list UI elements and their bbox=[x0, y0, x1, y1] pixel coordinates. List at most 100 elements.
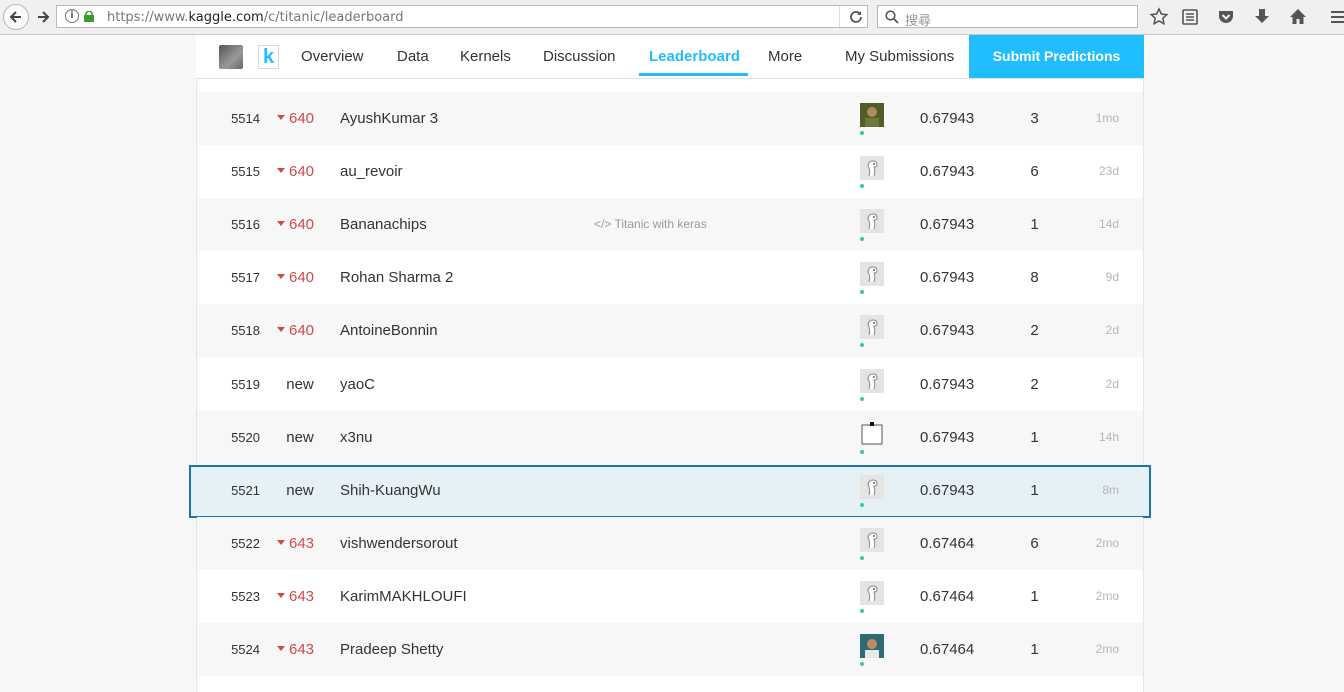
tab-overview[interactable]: Overview bbox=[301, 48, 364, 65]
bookmark-star-icon[interactable] bbox=[1149, 7, 1169, 27]
leaderboard-row[interactable]: 5519 new yaoC 0.67943 2 2d bbox=[197, 358, 1143, 411]
entries-count: 6 bbox=[1030, 535, 1039, 552]
rank-change-value: 643 bbox=[289, 641, 315, 658]
team-name[interactable]: KarimMAKHLOUFI bbox=[340, 570, 467, 623]
team-name[interactable]: AntoineBonnin bbox=[340, 304, 438, 357]
leaderboard-row[interactable]: 5522 643 vishwendersorout 0.67464 6 2mo bbox=[197, 517, 1143, 570]
team-avatar[interactable] bbox=[860, 581, 884, 605]
rank: 5516 bbox=[231, 217, 260, 232]
rank-change-value: 640 bbox=[289, 322, 315, 339]
last-submission: 9d bbox=[1105, 270, 1119, 284]
team-avatar[interactable] bbox=[860, 369, 884, 393]
leaderboard-row[interactable]: 5520 new x3nu 0.67943 1 14h bbox=[197, 411, 1143, 464]
team-name[interactable]: AyushKumar 3 bbox=[340, 92, 438, 145]
team-name[interactable]: x3nu bbox=[340, 411, 373, 464]
team-name[interactable]: yaoC bbox=[340, 358, 375, 411]
team-name[interactable]: Rohan Sharma 2 bbox=[340, 251, 453, 304]
entries-count: 1 bbox=[1030, 216, 1039, 233]
reload-icon[interactable] bbox=[847, 8, 865, 26]
score: 0.67943 bbox=[920, 429, 975, 446]
search-bar[interactable]: 搜尋 bbox=[877, 5, 1138, 29]
leaderboard-row[interactable]: 5517 640 Rohan Sharma 2 0.67943 8 9d bbox=[197, 251, 1143, 304]
team-avatar[interactable] bbox=[860, 103, 884, 127]
leaderboard-row-current-user[interactable]: 5521 new Shih-KuangWu 0.67943 1 8m bbox=[197, 464, 1143, 517]
kernel-title: Titanic with keras bbox=[614, 217, 707, 231]
back-arrow-icon bbox=[9, 11, 21, 23]
score: 0.67464 bbox=[920, 535, 975, 552]
team-avatar[interactable] bbox=[860, 475, 884, 499]
leaderboard-row[interactable]: 5524 643 Pradeep Shetty 0.67464 1 2mo bbox=[197, 623, 1143, 676]
team-name[interactable]: vishwendersorout bbox=[340, 517, 458, 570]
entries-count: 2 bbox=[1030, 376, 1039, 393]
last-submission: 2d bbox=[1105, 323, 1119, 337]
tier-dot bbox=[860, 237, 864, 241]
team-name[interactable]: Pradeep Shetty bbox=[340, 623, 443, 676]
down-triangle-icon bbox=[277, 167, 285, 173]
rank: 5518 bbox=[231, 323, 260, 338]
menu-icon[interactable] bbox=[1328, 7, 1344, 27]
tier-dot bbox=[860, 450, 864, 454]
rank-change: 643 bbox=[277, 517, 319, 570]
team-avatar[interactable] bbox=[860, 634, 884, 658]
reading-list-icon[interactable] bbox=[1180, 7, 1200, 27]
tab-leaderboard[interactable]: Leaderboard bbox=[649, 48, 740, 65]
leaderboard-row[interactable]: 5523 643 KarimMAKHLOUFI 0.67464 1 2mo bbox=[197, 570, 1143, 623]
tab-kernels[interactable]: Kernels bbox=[460, 48, 511, 65]
submit-predictions-button[interactable]: Submit Predictions bbox=[969, 35, 1144, 78]
team-avatar[interactable] bbox=[860, 422, 884, 446]
pocket-icon[interactable] bbox=[1216, 7, 1236, 27]
forward-button[interactable] bbox=[30, 4, 56, 30]
competition-thumbnail[interactable] bbox=[219, 45, 243, 69]
last-submission: 2mo bbox=[1095, 642, 1119, 656]
url-divider bbox=[839, 6, 840, 27]
leaderboard-row[interactable]: 5514 640 AyushKumar 3 0.67943 3 1mo bbox=[197, 92, 1143, 145]
rank-change-value: 640 bbox=[289, 110, 315, 127]
tier-dot bbox=[860, 131, 864, 135]
search-icon bbox=[885, 10, 899, 24]
entries-count: 1 bbox=[1030, 482, 1039, 499]
info-icon[interactable]: i bbox=[65, 9, 79, 23]
down-triangle-icon bbox=[277, 592, 285, 598]
kernel-link[interactable]: </> Titanic with keras bbox=[594, 198, 707, 251]
tier-dot bbox=[860, 397, 864, 401]
team-name[interactable]: au_revoir bbox=[340, 145, 403, 198]
rank-change: new bbox=[286, 376, 314, 393]
team-avatar[interactable] bbox=[860, 528, 884, 552]
rank-change-value: 643 bbox=[289, 588, 315, 605]
team-avatar[interactable] bbox=[860, 156, 884, 180]
score: 0.67943 bbox=[920, 110, 975, 127]
rank: 5522 bbox=[231, 536, 260, 551]
score: 0.67943 bbox=[920, 376, 975, 393]
last-submission: 23d bbox=[1098, 164, 1119, 178]
team-avatar[interactable] bbox=[860, 209, 884, 233]
search-placeholder: 搜尋 bbox=[905, 14, 932, 29]
tier-dot bbox=[860, 343, 864, 347]
tab-discussion[interactable]: Discussion bbox=[543, 48, 616, 65]
team-name[interactable]: Shih-KuangWu bbox=[340, 464, 441, 517]
kaggle-logo[interactable]: k bbox=[258, 45, 279, 69]
rank-change-value: 643 bbox=[289, 535, 315, 552]
down-triangle-icon bbox=[277, 645, 285, 651]
team-avatar[interactable] bbox=[860, 262, 884, 286]
tab-data[interactable]: Data bbox=[397, 48, 429, 65]
rank: 5517 bbox=[231, 270, 260, 285]
leaderboard-row[interactable]: 5516 640 Bananachips </> Titanic with keras… bbox=[197, 198, 1143, 251]
team-name[interactable]: Bananachips bbox=[340, 198, 427, 251]
active-tab-indicator bbox=[639, 73, 748, 76]
leaderboard-row[interactable]: 5515 640 au_revoir 0.67943 6 23d bbox=[197, 145, 1143, 198]
address-bar[interactable]: i https://www.kaggle.com/c/titanic/leade… bbox=[56, 5, 868, 28]
score: 0.67943 bbox=[920, 482, 975, 499]
url-text: https://www.kaggle.com/c/titanic/leaderb… bbox=[107, 10, 404, 25]
entries-count: 2 bbox=[1030, 322, 1039, 339]
my-submissions-link[interactable]: My Submissions bbox=[845, 48, 954, 65]
last-submission: 2mo bbox=[1095, 589, 1119, 603]
leaderboard-row[interactable]: 5518 640 AntoineBonnin 0.67943 2 2d bbox=[197, 304, 1143, 357]
back-button[interactable] bbox=[3, 4, 29, 30]
home-icon[interactable] bbox=[1288, 7, 1308, 27]
rank-change: 643 bbox=[277, 570, 319, 623]
team-avatar[interactable] bbox=[860, 315, 884, 339]
last-submission: 1mo bbox=[1095, 111, 1119, 125]
download-icon[interactable] bbox=[1252, 7, 1272, 27]
tab-more[interactable]: More bbox=[768, 48, 802, 65]
last-submission: 2mo bbox=[1095, 536, 1119, 550]
